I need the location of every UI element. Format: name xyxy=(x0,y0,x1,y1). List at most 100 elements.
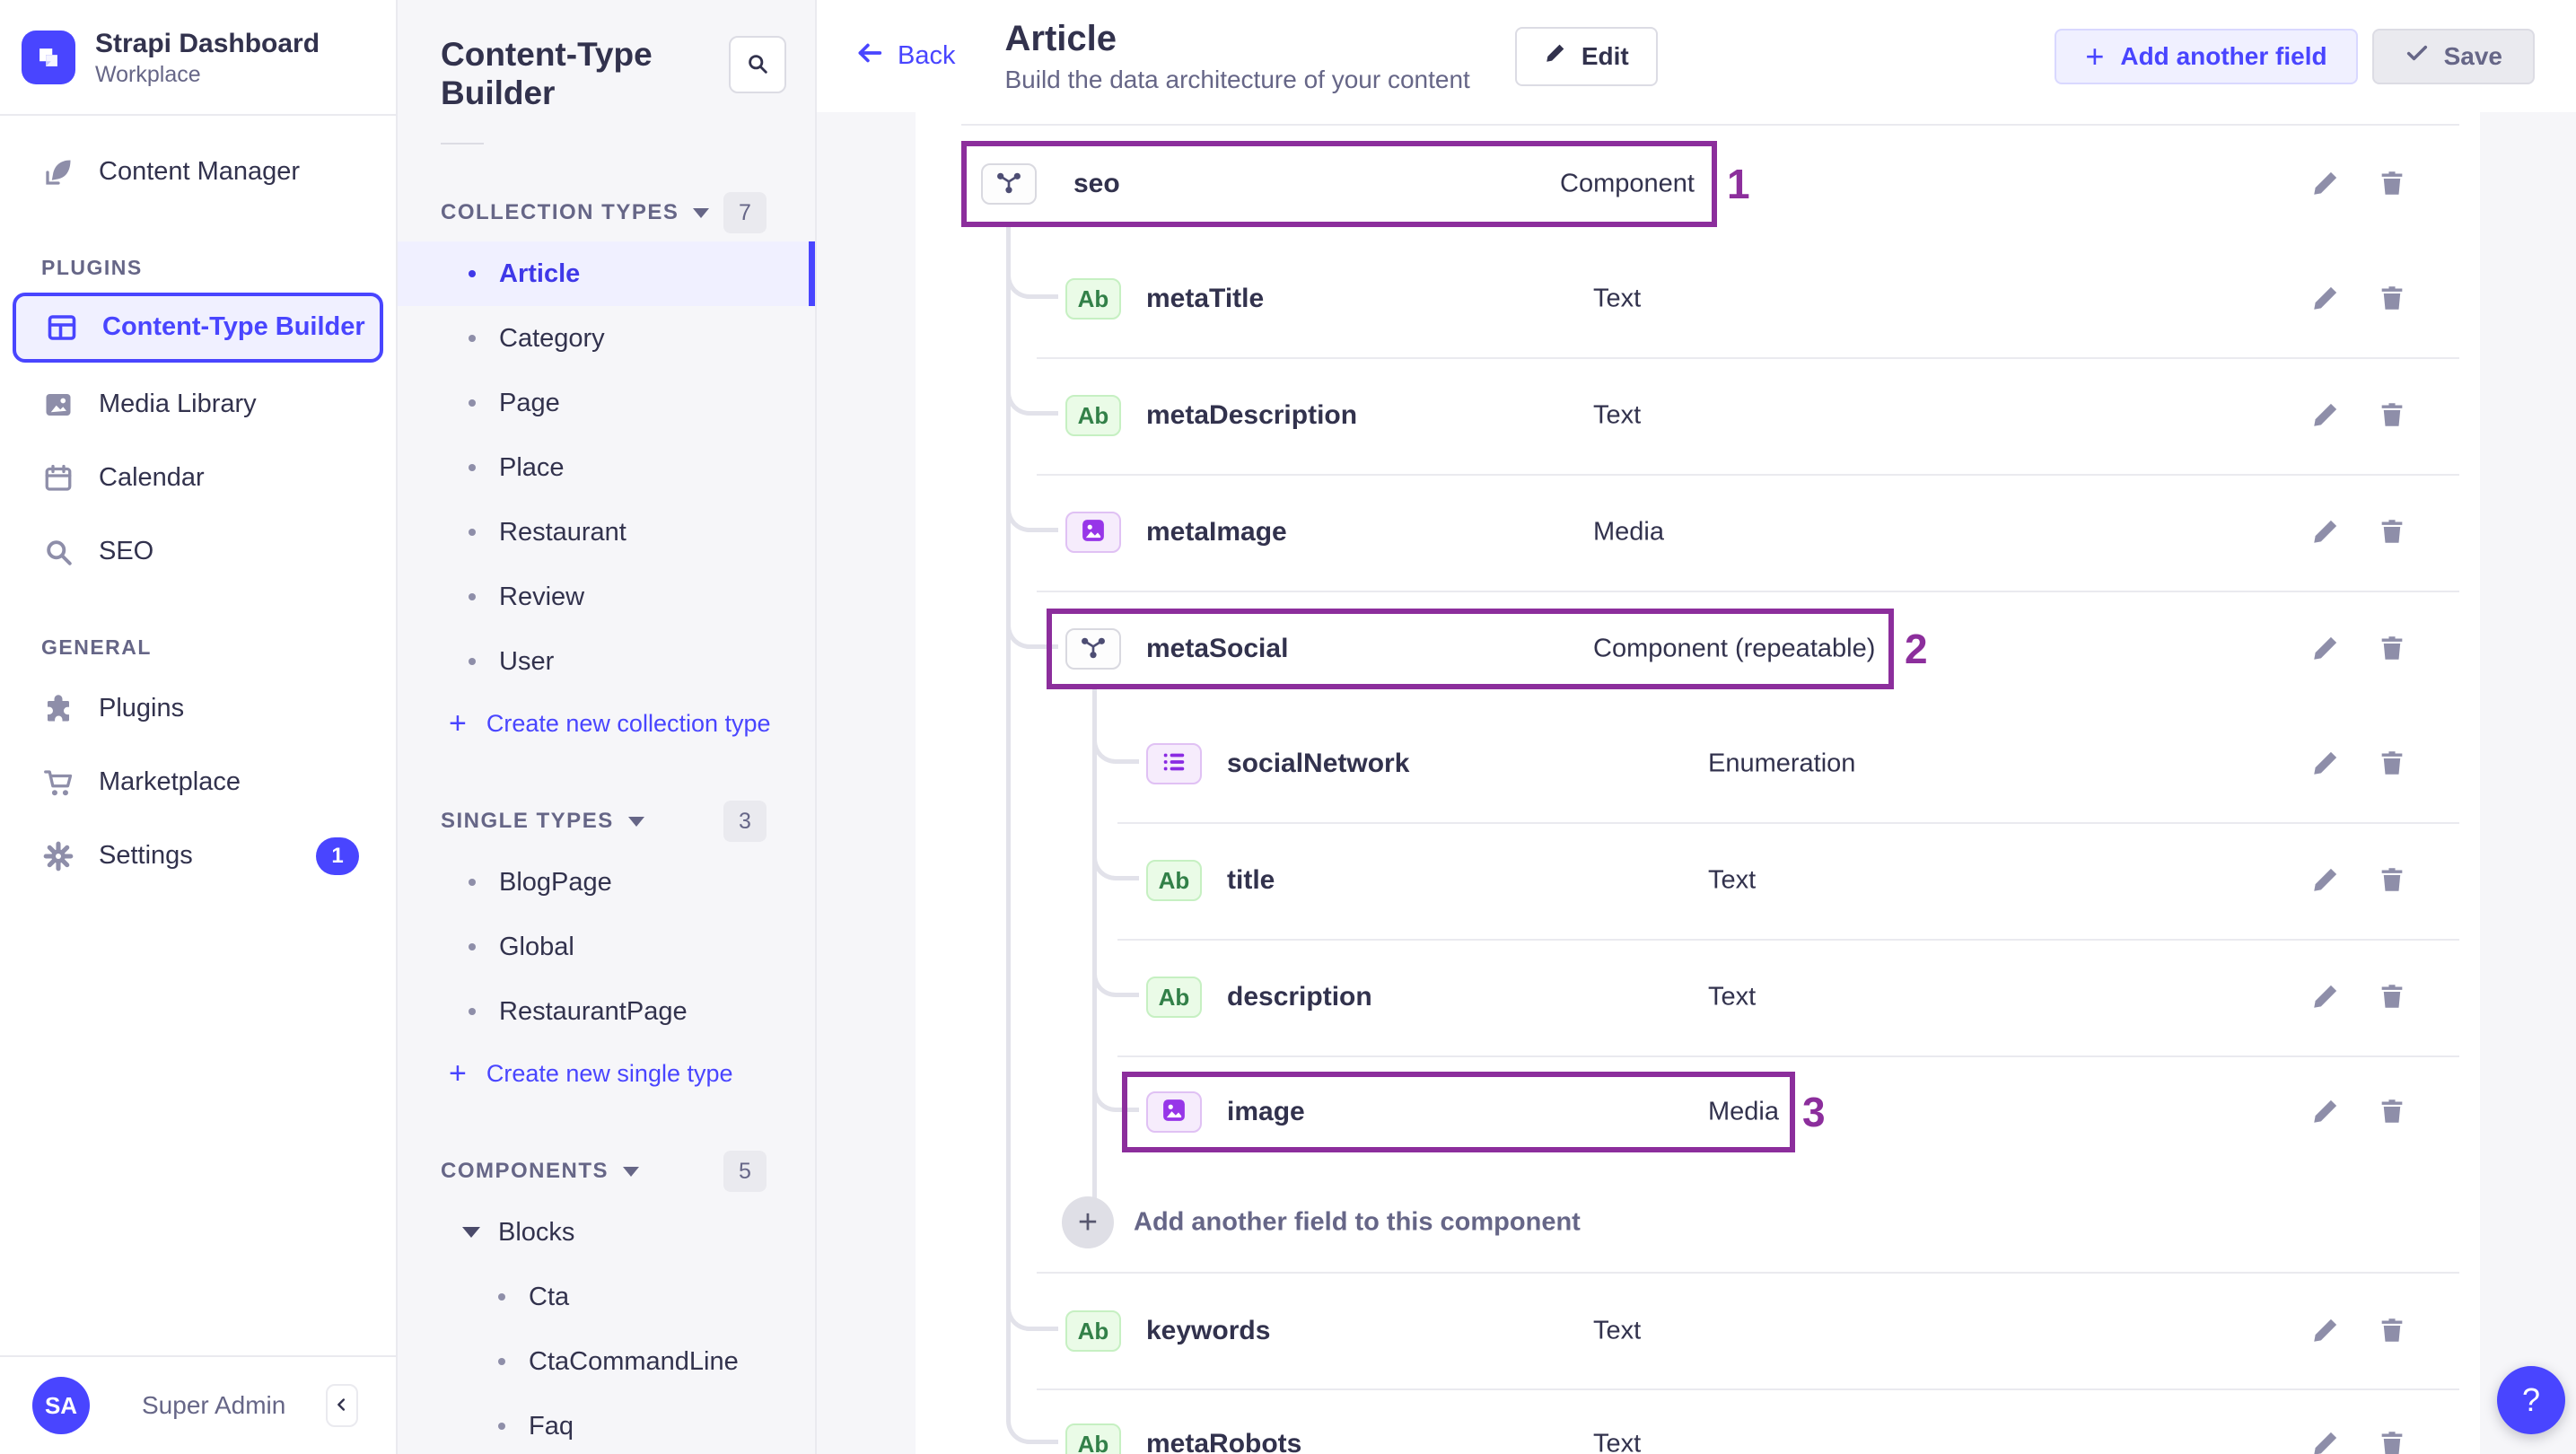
text-icon: Ab xyxy=(1146,860,1202,901)
panel-group-count-badge: 5 xyxy=(723,1151,767,1193)
sidebar-item-settings[interactable]: Settings 1 xyxy=(0,819,396,893)
field-type: Text xyxy=(1593,400,1642,430)
edit-field-button[interactable] xyxy=(2306,1424,2345,1454)
image-icon xyxy=(41,388,75,422)
edit-field-button[interactable] xyxy=(2306,977,2345,1017)
delete-field-button[interactable] xyxy=(2372,861,2412,900)
avatar[interactable]: SA xyxy=(32,1377,90,1434)
field-type: Component (repeatable) xyxy=(1593,634,1876,663)
edit-field-button[interactable] xyxy=(2306,744,2345,784)
panel-group-count-badge: 3 xyxy=(723,801,767,843)
panel-group-header[interactable]: COMPONENTS 5 xyxy=(398,1143,815,1200)
delete-field-button[interactable] xyxy=(2372,977,2412,1017)
delete-field-button[interactable] xyxy=(2372,1311,2412,1351)
cart-icon xyxy=(41,766,75,800)
panel-item-restaurantpage[interactable]: RestaurantPage xyxy=(398,979,815,1044)
pencil-icon xyxy=(2310,633,2341,666)
sidebar-item-seo[interactable]: SEO xyxy=(0,515,396,589)
panel-item-label: Global xyxy=(499,932,574,961)
sidebar-item-media-library[interactable]: Media Library xyxy=(0,368,396,442)
tree-elbow xyxy=(1092,719,1139,764)
sidebar-item-content-manager[interactable]: Content Manager xyxy=(0,136,396,209)
add-field-to-component-button[interactable]: + xyxy=(1062,1196,1114,1248)
bullet-icon xyxy=(469,529,476,537)
delete-field-button[interactable] xyxy=(2372,279,2412,319)
create-new-link[interactable]: + Create new collection type xyxy=(398,694,815,753)
edit-field-button[interactable] xyxy=(2306,1311,2345,1351)
delete-field-button[interactable] xyxy=(2372,744,2412,784)
pencil-icon xyxy=(2310,1096,2341,1129)
edit-button[interactable]: Edit xyxy=(1514,26,1658,86)
panel-item-blogpage[interactable]: BlogPage xyxy=(398,850,815,915)
delete-field-button[interactable] xyxy=(2372,629,2412,669)
panel-item-faq[interactable]: Faq xyxy=(398,1394,815,1454)
delete-field-button[interactable] xyxy=(2372,1424,2412,1454)
panel-group-header[interactable]: COLLECTION TYPES 7 xyxy=(398,184,815,241)
create-new-link[interactable]: + Create new single type xyxy=(398,1044,815,1103)
delete-field-button[interactable] xyxy=(2372,512,2412,552)
component-category-blocks[interactable]: Blocks xyxy=(398,1200,815,1265)
help-button[interactable]: ? xyxy=(2497,1366,2565,1434)
panel-item-article[interactable]: Article xyxy=(398,241,815,307)
edit-field-button[interactable] xyxy=(2306,279,2345,319)
create-new-label: Create new collection type xyxy=(486,709,771,737)
panel-item-label: Cta xyxy=(529,1282,570,1311)
media-icon xyxy=(1080,517,1107,548)
gear-icon xyxy=(41,839,75,873)
panel-group-header[interactable]: SINGLE TYPES 3 xyxy=(398,793,815,850)
sidebar-nav: Content Manager PLUGINS Content-Type Buil… xyxy=(0,136,396,893)
text-field-icon: Ab xyxy=(1077,285,1109,312)
delete-field-button[interactable] xyxy=(2372,1092,2412,1132)
panel-item-global[interactable]: Global xyxy=(398,915,815,979)
workspace-label: Workplace xyxy=(95,61,201,87)
main-area: Back Article Build the data architecture… xyxy=(817,0,2576,1454)
field-type: Media xyxy=(1593,517,1664,547)
sidebar-item-content-type-builder[interactable]: Content-Type Builder xyxy=(13,292,383,363)
page-subtitle: Build the data architecture of your cont… xyxy=(1004,65,1470,93)
trash-icon xyxy=(2377,864,2407,898)
add-another-field-button[interactable]: + Add another field xyxy=(2055,28,2358,84)
add-field-to-component-label[interactable]: Add another field to this component xyxy=(1134,1208,1581,1238)
edit-field-button[interactable] xyxy=(2306,164,2345,204)
edit-field-button[interactable] xyxy=(2306,629,2345,669)
search-button[interactable] xyxy=(729,36,786,93)
tree-elbow xyxy=(1006,487,1058,532)
field-type: Enumeration xyxy=(1708,749,1856,778)
edit-field-button[interactable] xyxy=(2306,396,2345,435)
tree-elbow xyxy=(1092,836,1139,880)
field-name: title xyxy=(1227,865,1275,895)
panel-item-user[interactable]: User xyxy=(398,629,815,694)
field-name: metaImage xyxy=(1146,517,1287,547)
sidebar-item-marketplace[interactable]: Marketplace xyxy=(0,746,396,819)
component-icon xyxy=(981,163,1037,205)
sidebar-section-label: PLUGINS xyxy=(41,255,143,279)
feather-pen-icon xyxy=(41,155,75,189)
trash-icon xyxy=(2377,633,2407,666)
edit-field-button[interactable] xyxy=(2306,512,2345,552)
panel-item-ctacommandline[interactable]: CtaCommandLine xyxy=(398,1329,815,1394)
panel-item-restaurant[interactable]: Restaurant xyxy=(398,500,815,565)
collapse-sidebar-button[interactable] xyxy=(326,1384,358,1427)
delete-field-button[interactable] xyxy=(2372,396,2412,435)
sidebar-item-plugins[interactable]: Plugins xyxy=(0,672,396,746)
panel-item-place[interactable]: Place xyxy=(398,435,815,500)
edit-field-button[interactable] xyxy=(2306,861,2345,900)
media-icon xyxy=(1146,1091,1202,1133)
field-name: metaTitle xyxy=(1146,284,1265,313)
app-title: Strapi Dashboard xyxy=(95,29,320,58)
text-field-icon: Ab xyxy=(1077,1430,1109,1454)
plus-icon: + xyxy=(449,705,467,740)
sidebar-item-label: Calendar xyxy=(99,463,205,493)
panel-item-category[interactable]: Category xyxy=(398,306,815,371)
back-link[interactable]: Back xyxy=(854,38,955,75)
panel-item-cta[interactable]: Cta xyxy=(398,1265,815,1329)
tree-elbow xyxy=(1092,952,1139,997)
row-divider xyxy=(1117,1055,2459,1057)
panel-item-page[interactable]: Page xyxy=(398,371,815,435)
delete-field-button[interactable] xyxy=(2372,164,2412,204)
save-button[interactable]: Save xyxy=(2371,28,2535,84)
panel-item-review[interactable]: Review xyxy=(398,565,815,629)
edit-field-button[interactable] xyxy=(2306,1092,2345,1132)
sidebar-item-calendar[interactable]: Calendar xyxy=(0,442,396,515)
trash-icon xyxy=(2377,981,2407,1014)
